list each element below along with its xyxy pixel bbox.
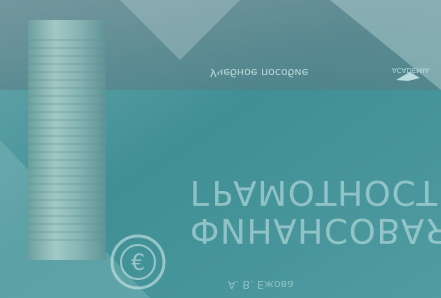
svg-text:€: € bbox=[131, 251, 145, 276]
book-title-line1: ФИНАНСОВАЯ bbox=[190, 210, 441, 250]
book-cover-photo: € ФИНАНСОВАЯ ГРАМОТНОСТЬ Учебное пособие… bbox=[0, 0, 441, 298]
cover-art: € bbox=[0, 0, 441, 298]
book-publisher: ACADEMIA bbox=[392, 66, 430, 74]
book-subtitle: Учебное пособие bbox=[210, 66, 309, 79]
book-author: А. В. Ежова bbox=[228, 278, 294, 291]
book-title-line2: ГРАМОТНОСТЬ bbox=[190, 172, 441, 212]
coin-stack bbox=[28, 20, 106, 260]
